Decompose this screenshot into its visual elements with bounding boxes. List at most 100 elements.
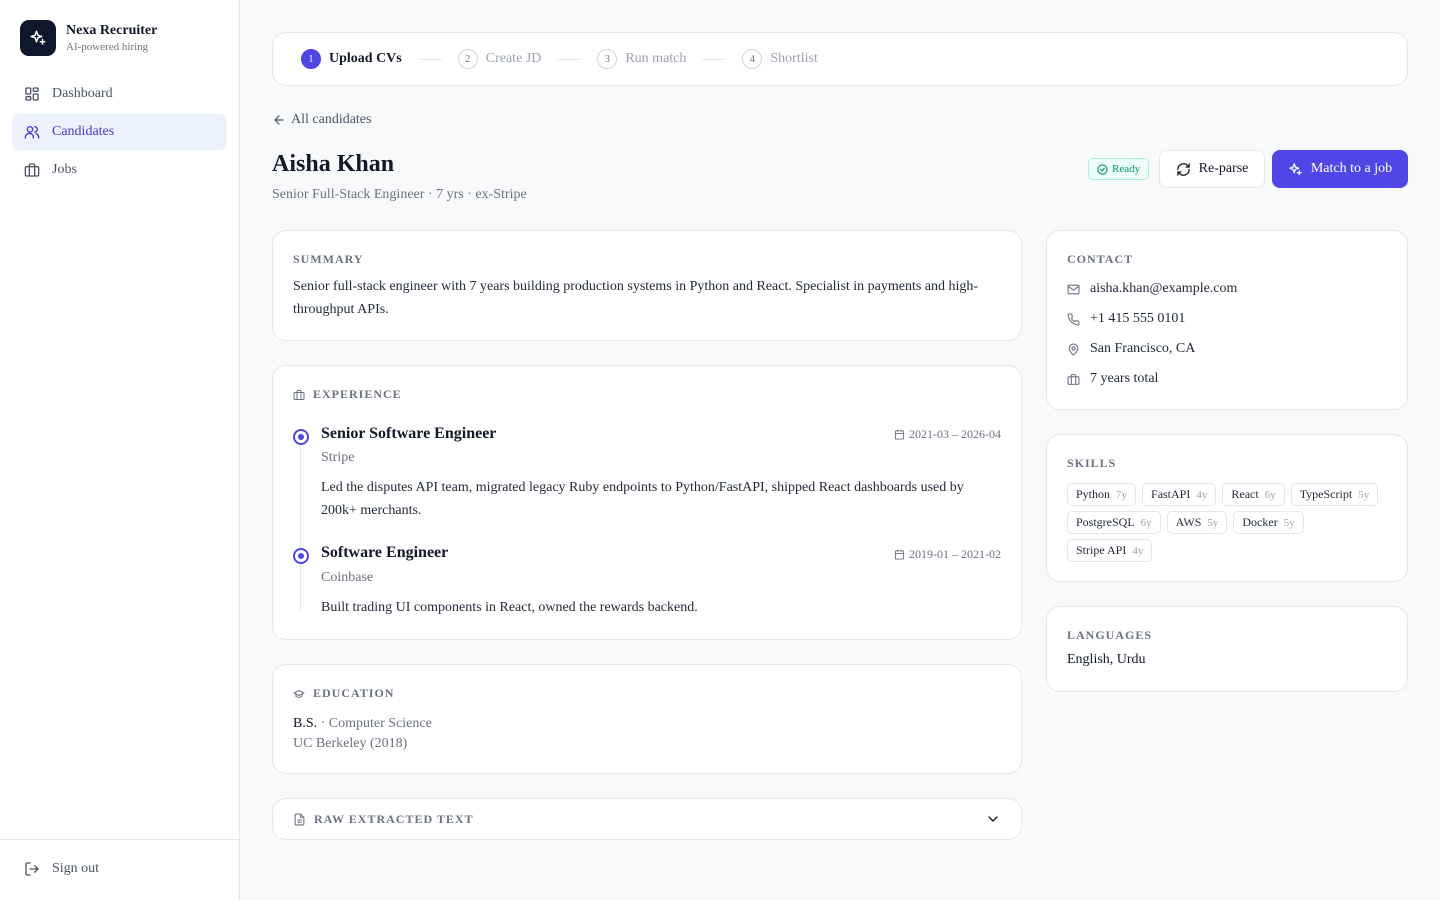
raw-text-heading: RAW EXTRACTED TEXT: [314, 812, 474, 826]
sidebar-nav: Dashboard Candidates Jobs: [12, 76, 227, 190]
skill-years: 5y: [1358, 488, 1370, 501]
job-company: Stripe: [321, 450, 355, 465]
skill-name: Stripe API: [1076, 543, 1127, 557]
job-title: Senior Software Engineer: [321, 425, 497, 442]
skill-name: Python: [1076, 487, 1111, 501]
step-run-match[interactable]: 3 Run match: [597, 49, 686, 69]
sidebar-item-candidates[interactable]: Candidates: [12, 114, 227, 150]
contact-heading: CONTACT: [1067, 252, 1134, 266]
skill-name: AWS: [1175, 515, 1202, 529]
skill-years: 4y: [1132, 544, 1144, 557]
workflow-stepper: 1 Upload CVs 2 Create JD 3 Run match 4 S…: [272, 32, 1408, 86]
contact-phone[interactable]: +1 415 555 0101: [1067, 311, 1185, 327]
skill-chip: Docker 5y: [1233, 511, 1304, 534]
education-field: Computer Science: [328, 716, 432, 731]
mail-icon: [1067, 284, 1080, 294]
job-dates: 2021-03 – 2026-04: [894, 427, 1001, 442]
step-connector: [417, 58, 442, 60]
calendar-icon: [894, 549, 905, 560]
raw-text-panel[interactable]: RAW EXTRACTED TEXT: [272, 798, 1022, 840]
calendar-icon: [894, 429, 905, 440]
graduation-cap-icon: [293, 689, 305, 698]
skill-chip: Python 7y: [1067, 483, 1137, 506]
sidebar-footer: Sign out: [0, 839, 239, 900]
refresh-icon: [1176, 162, 1190, 176]
job-dates: 2019-01 – 2021-02: [894, 547, 1001, 562]
contact-email[interactable]: aisha.khan@example.com: [1067, 281, 1237, 297]
contact-email-value: aisha.khan@example.com: [1090, 281, 1238, 296]
brand[interactable]: Nexa Recruiter AI-powered hiring: [20, 20, 157, 56]
skill-years: 4y: [1196, 488, 1208, 501]
back-to-candidates-link[interactable]: All candidates: [272, 112, 371, 128]
step-connector: [557, 58, 582, 60]
briefcase-icon: [293, 389, 305, 400]
candidate-subtitle: Senior Full-Stack Engineer · 7 yrs · ex-…: [272, 187, 527, 202]
users-icon: [24, 126, 40, 139]
step-shortlist[interactable]: 4 Shortlist: [742, 49, 818, 69]
job-company: Coinbase: [321, 570, 374, 585]
step-number: 4: [742, 49, 763, 69]
reparse-button[interactable]: Re-parse: [1159, 150, 1265, 188]
arrow-left-icon: [274, 115, 284, 125]
education-degree-line: B.S. · Computer Science: [293, 714, 432, 734]
skill-years: 7y: [1116, 488, 1128, 501]
contact-location: San Francisco, CA: [1067, 341, 1195, 357]
status-badge: Ready: [1088, 158, 1150, 180]
step-connector: [702, 58, 727, 60]
skill-chip: TypeScript 5y: [1290, 483, 1379, 506]
reparse-label: Re-parse: [1198, 161, 1249, 176]
education-card: EDUCATION B.S. · Computer Science UC Ber…: [272, 664, 1022, 774]
skills-card: SKILLS Python 7y FastAPI 4y React 6y TypeSc…: [1046, 434, 1408, 582]
raw-text-header: RAW EXTRACTED TEXT: [293, 812, 474, 827]
phone-icon: [1067, 313, 1080, 325]
sparkles-icon: [1289, 162, 1302, 175]
job-dates-label: 2019-01 – 2021-02: [909, 547, 1001, 561]
sidebar-item-dashboard[interactable]: Dashboard: [12, 76, 227, 112]
skill-years: 5y: [1207, 516, 1219, 529]
step-number: 2: [457, 49, 478, 69]
sparkles-icon: [20, 20, 56, 56]
step-upload-cvs[interactable]: 1 Upload CVs: [301, 49, 402, 69]
candidate-name: Aisha Khan: [272, 151, 395, 177]
chevron-down-icon[interactable]: [985, 811, 1001, 827]
sign-out-label: Sign out: [52, 861, 100, 876]
brand-tagline: AI-powered hiring: [66, 41, 149, 53]
education-separator: ·: [317, 716, 329, 731]
education-header: EDUCATION: [293, 686, 394, 701]
languages-card: LANGUAGES English, Urdu: [1046, 606, 1408, 692]
status-label: Ready: [1112, 163, 1141, 175]
step-number: 1: [301, 49, 321, 69]
sidebar-item-label: Candidates: [52, 124, 115, 139]
experience-card: EXPERIENCE Senior Software Engineer 2021…: [272, 365, 1022, 640]
match-to-job-button[interactable]: Match to a job: [1272, 150, 1408, 188]
file-text-icon: [294, 813, 305, 826]
contact-experience: 7 years total: [1067, 371, 1158, 387]
sidebar-item-label: Dashboard: [52, 86, 113, 101]
education-school: UC Berkeley (2018): [293, 736, 408, 751]
skills-list: Python 7y FastAPI 4y React 6y TypeScript 5y …: [1067, 483, 1397, 567]
skill-chip: AWS 5y: [1166, 511, 1228, 534]
summary-heading: SUMMARY: [293, 252, 364, 266]
skill-years: 6y: [1264, 488, 1276, 501]
skill-chip: PostgreSQL 6y: [1067, 511, 1161, 534]
skill-name: PostgreSQL: [1076, 515, 1135, 529]
sign-out-button[interactable]: Sign out: [24, 861, 99, 877]
map-pin-icon: [1068, 343, 1079, 356]
contact-experience-value: 7 years total: [1090, 371, 1159, 386]
step-create-jd[interactable]: 2 Create JD: [457, 49, 542, 69]
briefcase-icon: [24, 163, 40, 177]
dashboard-icon: [25, 87, 39, 101]
education-degree: B.S.: [293, 716, 318, 731]
logout-icon: [25, 862, 39, 876]
skill-name: Docker: [1242, 515, 1278, 529]
summary-text: Senior full-stack engineer with 7 years …: [293, 279, 979, 317]
job-title: Software Engineer: [321, 544, 449, 561]
experience-heading: EXPERIENCE: [313, 387, 402, 401]
skill-chip: FastAPI 4y: [1142, 483, 1217, 506]
sidebar-item-jobs[interactable]: Jobs: [12, 152, 227, 188]
step-label: Create JD: [485, 51, 542, 66]
skill-chip: React 6y: [1222, 483, 1285, 506]
briefcase-icon: [1067, 373, 1080, 385]
match-label: Match to a job: [1310, 161, 1393, 176]
contact-location-value: San Francisco, CA: [1090, 341, 1196, 356]
